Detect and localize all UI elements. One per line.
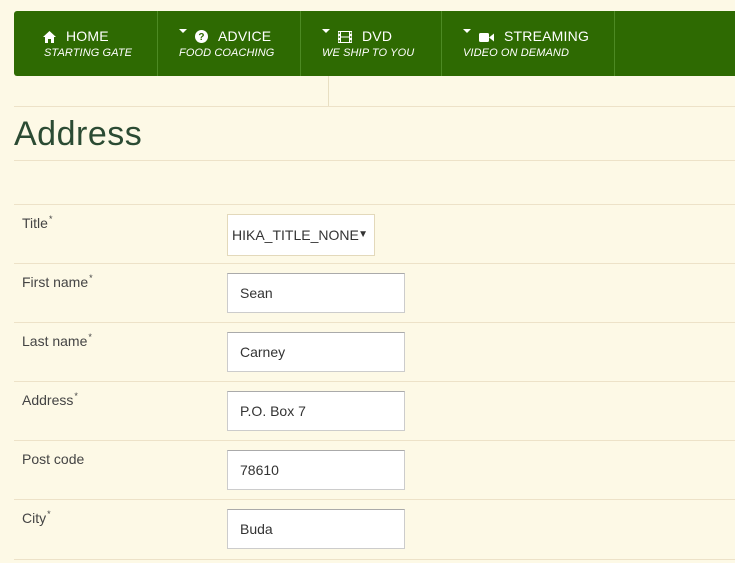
- nav-sub-dvd: WE SHIP TO YOU: [322, 47, 415, 59]
- address-label: Address*: [22, 391, 78, 408]
- title-select[interactable]: HIKA_TITLE_NONE ▼: [227, 214, 375, 256]
- form-row-first-name: First name* Sean: [14, 263, 735, 323]
- dropdown-arrow-icon: ▼: [358, 229, 368, 240]
- video-camera-icon: [479, 30, 494, 43]
- form-row-city: City* Buda: [14, 499, 735, 560]
- nav-item-home[interactable]: HOME STARTING GATE: [14, 11, 158, 76]
- nav-sub-streaming: VIDEO ON DEMAND: [463, 47, 570, 59]
- form-row-post-code: Post code 78610: [14, 440, 735, 500]
- caret-down-icon: [179, 29, 187, 33]
- nav-item-advice[interactable]: ? ADVICE FOOD COACHING: [158, 11, 301, 76]
- first-name-field[interactable]: Sean: [227, 273, 405, 313]
- required-mark: *: [48, 214, 53, 224]
- form-row-last-name: Last name* Carney: [14, 322, 735, 382]
- question-circle-icon: ?: [195, 29, 208, 43]
- address-field[interactable]: P.O. Box 7: [227, 391, 405, 431]
- film-icon: [338, 30, 352, 43]
- required-mark: *: [89, 273, 93, 283]
- last-name-field[interactable]: Carney: [227, 332, 405, 372]
- form-row-address: Address* P.O. Box 7: [14, 381, 735, 441]
- title-select-value: HIKA_TITLE_NONE: [232, 227, 359, 243]
- post-code-field[interactable]: 78610: [227, 450, 405, 490]
- home-icon: [43, 30, 56, 43]
- nav-item-dvd[interactable]: DVD WE SHIP TO YOU: [301, 11, 442, 76]
- nav-item-streaming[interactable]: STREAMING VIDEO ON DEMAND: [442, 11, 615, 76]
- last-name-label: Last name*: [22, 332, 92, 349]
- nav-label-advice: ADVICE: [218, 28, 272, 44]
- first-name-label: First name*: [22, 273, 93, 290]
- nav-sub-home: STARTING GATE: [44, 47, 133, 59]
- svg-text:?: ?: [198, 32, 204, 43]
- city-field[interactable]: Buda: [227, 509, 405, 549]
- title-label: Title*: [22, 214, 53, 231]
- divider: [328, 76, 329, 106]
- required-mark: *: [74, 391, 78, 401]
- post-code-label: Post code: [22, 451, 85, 467]
- divider: [14, 160, 735, 161]
- nav-label-streaming: STREAMING: [504, 28, 590, 44]
- nav-sub-advice: FOOD COACHING: [179, 47, 275, 59]
- required-mark: *: [88, 332, 92, 342]
- page-title: Address: [14, 115, 143, 153]
- nav-label-home: HOME: [66, 28, 109, 44]
- nav-label-dvd: DVD: [362, 28, 393, 44]
- caret-down-icon: [322, 29, 330, 33]
- divider: [14, 106, 735, 107]
- form-row-title: Title* HIKA_TITLE_NONE ▼: [14, 204, 735, 264]
- caret-down-icon: [463, 29, 471, 33]
- required-mark: *: [47, 509, 51, 519]
- city-label: City*: [22, 509, 51, 526]
- main-navbar: HOME STARTING GATE ? ADVICE FOOD COACHIN…: [14, 11, 735, 76]
